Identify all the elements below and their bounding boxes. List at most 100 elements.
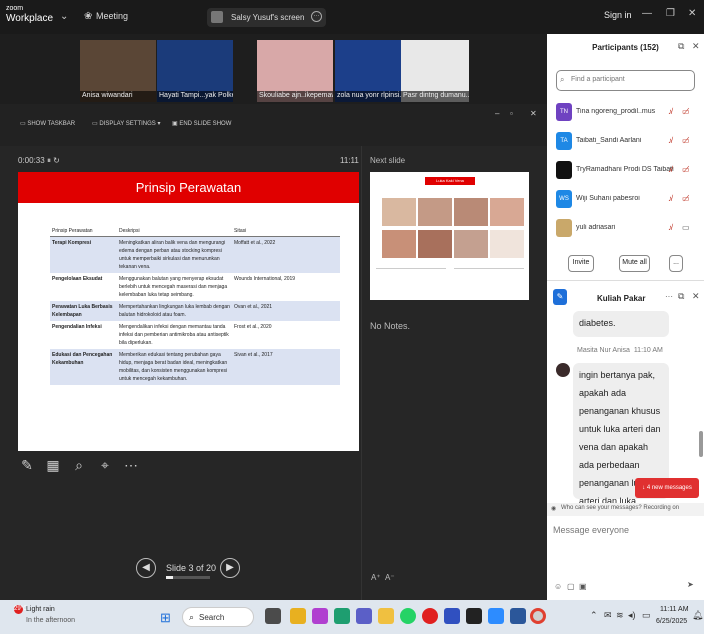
minimize-icon[interactable]: –	[495, 109, 499, 118]
message-visibility-note[interactable]: ◉ Who can see your messages? Recording o…	[547, 503, 704, 516]
chevron-up-icon[interactable]: ⌃	[590, 610, 598, 621]
wound-photo	[490, 198, 524, 226]
app-icon[interactable]	[444, 608, 460, 624]
zoom-icon[interactable]	[488, 608, 504, 624]
clock-date[interactable]: 6/25/2025	[656, 618, 687, 625]
more-icon[interactable]: ···	[311, 11, 322, 22]
meeting-tab[interactable]: Meeting	[84, 11, 128, 21]
visibility-text: Who can see your messages? Recording on	[561, 505, 680, 511]
cell-citation: Frost et al., 2020	[234, 324, 272, 330]
chevron-down-icon[interactable]: ⌄	[60, 11, 68, 22]
popout-icon[interactable]: ⧉	[678, 291, 684, 302]
close-icon[interactable]: ✕	[692, 291, 700, 302]
video-tile[interactable]: Skouliabe ajn..ikepemaw...	[257, 40, 333, 102]
mic-muted-icon: ♪̸	[668, 165, 672, 174]
show-taskbar-button[interactable]: ▭ SHOW TASKBAR	[20, 120, 75, 127]
next-slide-thumbnail[interactable]: Luka Kaki Vena	[370, 172, 529, 300]
participant-row[interactable]: TryRamadhani Prodi DS Taibati ♪̸ ▭̸	[556, 161, 704, 181]
cell-principle: Pengelolaan Eksudat	[52, 276, 103, 282]
notification-icon[interactable]: 🔔︎	[692, 610, 703, 621]
windows-start-icon[interactable]: ⊞	[160, 610, 171, 626]
video-tile[interactable]: zola nua yonr rlpinsi...	[335, 40, 411, 102]
pointer-icon[interactable]: ⌖	[96, 457, 114, 477]
invite-button[interactable]: Invite	[568, 255, 594, 272]
screenshot-icon[interactable]: ▣	[579, 582, 587, 591]
magnifier-icon[interactable]: ⌕	[70, 457, 88, 477]
restore-icon[interactable]: ❐	[666, 8, 675, 19]
close-icon[interactable]: ✕	[530, 109, 537, 118]
close-icon[interactable]: ✕	[692, 41, 700, 52]
cell-description: Memberikan edukasi tentang perubahan gay…	[117, 349, 232, 385]
participant-row[interactable]: yuli adriasari ♪̸ ▭	[556, 219, 704, 239]
widget-icon[interactable]	[290, 608, 306, 624]
volume-icon[interactable]: ◂)	[628, 610, 636, 621]
restart-icon[interactable]: ↻	[53, 156, 60, 165]
task-view-icon[interactable]	[265, 608, 281, 624]
popout-icon[interactable]: ⧉	[678, 41, 684, 52]
screen-share-indicator[interactable]: Salsy Yusuf's screen ···	[207, 8, 326, 27]
more-icon[interactable]: ⋯	[122, 457, 140, 477]
next-slide-button[interactable]: ▶	[220, 558, 240, 578]
wifi-icon[interactable]: ≋	[616, 610, 624, 621]
chrome-icon[interactable]	[530, 608, 546, 624]
video-off-icon: ▭̸	[682, 107, 690, 116]
font-size-controls: A⁺ A⁻	[371, 573, 395, 582]
teams-icon[interactable]	[356, 608, 372, 624]
participant-row[interactable]: TN Tina ngoreng_prodil..mus ♪̸ ▭̸	[556, 103, 704, 123]
more-options-button[interactable]: ...	[669, 255, 683, 272]
more-icon[interactable]: ···	[665, 292, 673, 301]
file-explorer-icon[interactable]	[378, 608, 394, 624]
opera-icon[interactable]	[422, 608, 438, 624]
mail-icon[interactable]: ✉	[604, 610, 612, 621]
restore-icon[interactable]: ▫	[510, 109, 513, 118]
participant-search-input[interactable]: ⌕ Find a participant	[556, 70, 695, 91]
search-icon: ⌕	[560, 75, 565, 84]
new-messages-button[interactable]: ↓ 4 new messages	[635, 478, 699, 498]
video-tile[interactable]: Anisa wiwandari	[80, 40, 156, 102]
display-settings-button[interactable]: ▭ DISPLAY SETTINGS ▾	[92, 120, 160, 127]
cell-principle: Edukasi dan Pencegahan Kekambuhan	[50, 349, 117, 385]
edge-icon[interactable]	[334, 608, 350, 624]
attach-icon[interactable]: ▢	[567, 582, 575, 591]
weather-line1[interactable]: Light rain	[26, 606, 55, 613]
sign-in-link[interactable]: Sign in	[604, 10, 632, 20]
participant-name: Wiji Suhani pabesroi	[576, 195, 640, 202]
cell-description: Menggunakan balutan yang menyerap eksuda…	[119, 276, 228, 298]
minimize-icon[interactable]: —	[642, 8, 652, 19]
wound-photo	[382, 230, 416, 258]
participant-row[interactable]: TA Taibati_Sandi Aarlani ♪̸ ▭̸	[556, 132, 704, 152]
video-tile[interactable]: Pasr dintng dumanu...	[401, 40, 469, 102]
end-show-button[interactable]: ▣ END SLIDE SHOW	[172, 120, 231, 127]
display-settings-label: DISPLAY SETTINGS ▾	[99, 121, 161, 127]
taskbar-search[interactable]: ⌕ Search	[182, 607, 254, 627]
battery-icon[interactable]: ▭	[642, 610, 651, 621]
participant-row[interactable]: WS Wiji Suhani pabesroi ♪̸ ▭̸	[556, 190, 704, 210]
send-icon[interactable]: ➤	[687, 580, 697, 592]
wound-photo	[454, 198, 488, 226]
pen-icon[interactable]: ✎	[18, 457, 36, 477]
emoji-icon[interactable]: ☺	[554, 582, 562, 591]
close-icon[interactable]: ✕	[688, 8, 696, 19]
font-larger-icon[interactable]: A⁺	[371, 573, 381, 582]
cell-description: Mempertahankan lingkungan luka lembab de…	[117, 301, 232, 321]
cell-citation: Sivan et al., 2017	[232, 349, 340, 385]
chat-scrollbar[interactable]	[699, 431, 703, 457]
clock-time[interactable]: 11:11 AM	[660, 606, 689, 613]
mute-all-button[interactable]: Mute all	[619, 255, 650, 272]
pause-icon[interactable]: ⏸	[47, 156, 51, 165]
copilot-icon[interactable]	[312, 608, 328, 624]
word-icon[interactable]	[510, 608, 526, 624]
grid-icon[interactable]: ▦	[44, 457, 62, 477]
video-tile[interactable]: Hayati Tampi...yak Polke...	[157, 40, 233, 102]
font-smaller-icon[interactable]: A⁻	[385, 573, 395, 582]
video-tile-name: Skouliabe ajn..ikepemaw...	[257, 91, 333, 102]
whatsapp-icon[interactable]	[400, 608, 416, 624]
video-tile-name: zola nua yonr rlpinsi...	[335, 91, 411, 102]
video-off-icon: ▭̸	[682, 165, 690, 174]
terminal-icon[interactable]	[466, 608, 482, 624]
cell-description: Mengendalikan infeksi dengan memantau ta…	[119, 324, 229, 346]
chat-input[interactable]: Message everyone	[553, 525, 629, 535]
title-bar: zoom Workplace ⌄ ❀ Meeting Salsy Yusuf's…	[0, 0, 704, 34]
previous-slide-button[interactable]: ◀	[136, 558, 156, 578]
wound-photo	[418, 198, 452, 226]
